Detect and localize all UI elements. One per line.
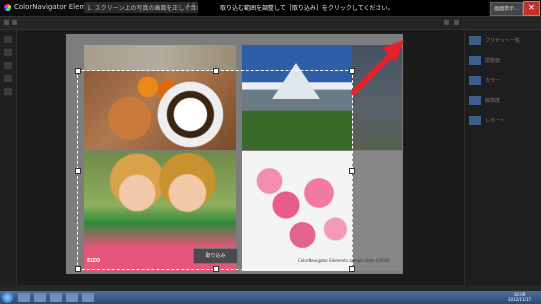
tool-icon[interactable] <box>4 36 12 43</box>
tool-icon[interactable] <box>4 88 12 95</box>
taskbar-clock[interactable]: 16:09 2012/11/17 <box>508 292 531 302</box>
right-panel-item[interactable]: 調整値 <box>485 57 500 64</box>
tool-icon[interactable] <box>454 20 459 25</box>
right-panel: プリセット一覧 調整値 カラー 解像度 レポート <box>464 30 541 285</box>
taskbar: 16:09 2012/11/17 <box>0 291 541 304</box>
capture-button[interactable]: 取り込み <box>193 248 238 264</box>
sample-caption: ColorNavigator Elements sample Data (sRG… <box>298 258 390 263</box>
taskbar-app-icon[interactable] <box>50 293 62 302</box>
crop-handle[interactable] <box>213 68 219 74</box>
resolution-icon[interactable] <box>469 96 481 105</box>
right-panel-item[interactable]: プリセット一覧 <box>485 37 520 44</box>
clock-date: 2012/11/17 <box>508 297 532 302</box>
close-button[interactable]: × <box>523 1 540 16</box>
crop-handle[interactable] <box>75 68 81 74</box>
taskbar-app-icon[interactable] <box>66 293 78 302</box>
left-toolbar <box>0 30 17 285</box>
flowers-photo-overflow <box>352 151 402 271</box>
title-bar: ColorNavigator Elements 1. スクリーン上の写真の画面を… <box>0 0 541 17</box>
taskbar-app-icon[interactable] <box>34 293 46 302</box>
tool-icon[interactable] <box>4 20 9 25</box>
instruction-bar: 取り込む範囲を調整して［取り込み］をクリックしてください。 <box>198 0 488 16</box>
red-arrow-icon <box>351 40 404 95</box>
crop-handle[interactable] <box>349 266 355 272</box>
right-panel-item[interactable]: カラー <box>485 77 500 84</box>
toolbar <box>0 17 541 30</box>
tool-icon[interactable] <box>444 20 449 25</box>
full-screen-button[interactable]: 画面表示... <box>490 2 523 16</box>
start-button-icon[interactable] <box>2 292 13 303</box>
adjust-icon[interactable] <box>469 56 481 65</box>
crop-handle[interactable] <box>349 168 355 174</box>
color-icon[interactable] <box>469 76 481 85</box>
crop-frame[interactable] <box>75 68 355 272</box>
eizo-logo: EIZO <box>87 258 101 264</box>
tool-icon[interactable] <box>4 62 12 69</box>
tool-icon[interactable] <box>4 49 12 56</box>
crop-handle[interactable] <box>75 266 81 272</box>
tool-icon[interactable] <box>4 75 12 82</box>
crop-handle[interactable] <box>213 266 219 272</box>
right-panel-item[interactable]: 解像度 <box>485 97 500 104</box>
crop-handle[interactable] <box>75 168 81 174</box>
app-logo-icon <box>4 4 11 11</box>
tool-icon[interactable] <box>12 20 17 25</box>
step-2-tab[interactable]: 4-5 <box>186 3 196 10</box>
preset-icon[interactable] <box>469 36 481 45</box>
taskbar-app-icon[interactable] <box>18 293 30 302</box>
taskbar-app-icon[interactable] <box>82 293 94 302</box>
right-panel-item[interactable]: レポート <box>485 117 505 124</box>
instruction-text: 取り込む範囲を調整して［取り込み］をクリックしてください。 <box>220 5 394 12</box>
report-icon[interactable] <box>469 116 481 125</box>
